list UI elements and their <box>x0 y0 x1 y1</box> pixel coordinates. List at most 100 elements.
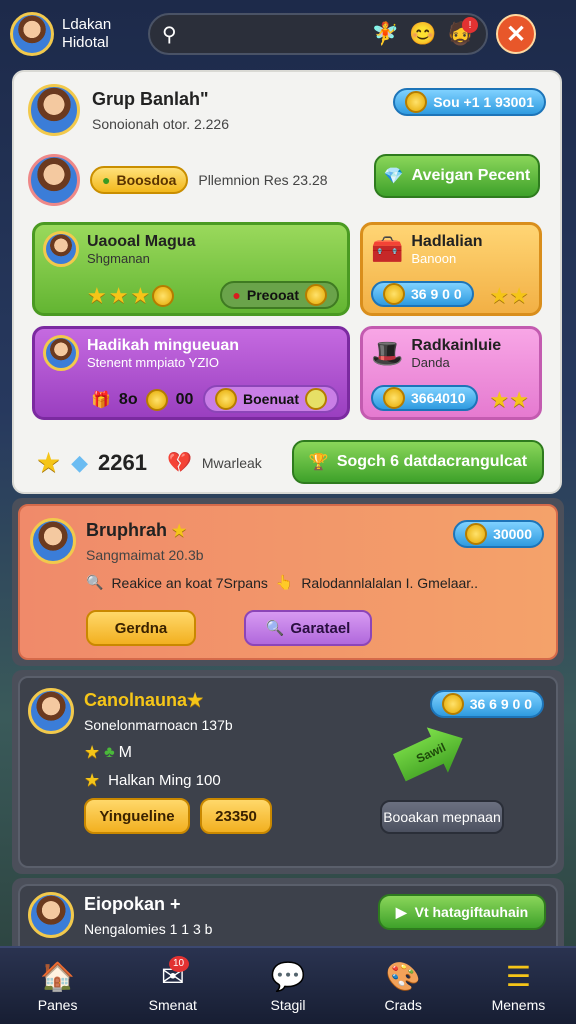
player-sub: Nengalomies 1 1 3 b <box>84 920 213 937</box>
invite-button[interactable]: 💎 Aveigan Pecent <box>374 154 540 198</box>
player-name: Eiopokan + <box>84 893 181 914</box>
nav-cards[interactable]: 🎨 Crads <box>346 948 461 1024</box>
home-icon: 🏠 <box>40 960 76 992</box>
close-button[interactable]: ✕ <box>496 14 536 54</box>
value-pill[interactable]: 3664010 <box>371 385 478 411</box>
player-section-1: Bruphrah ★ Sangmaimat 20.3b 30000 🔍 Reakic… <box>12 498 564 666</box>
group-header: Grup Banlah" Sonoionah otor. 2.226 <box>28 84 229 136</box>
action-label: Vt hatagiftauhain <box>414 904 529 920</box>
badge-text: M <box>118 743 132 761</box>
gift-icon: 🎁 <box>91 392 111 409</box>
player-avatar <box>28 892 74 938</box>
star-icon: ★ <box>489 283 510 308</box>
member-sub: Shgmanan <box>87 250 150 266</box>
score-button[interactable]: 23350 <box>200 798 272 834</box>
star-icon: ★ <box>187 689 204 710</box>
yingueline-button[interactable]: Yingueline <box>84 798 190 834</box>
desc-1: Reakice an koat 7Srpans <box>111 574 268 591</box>
panel-footer: ★ ◆ 2261 💔 Mwarleak <box>36 446 262 479</box>
premium-text: Pllemnion Res 23.28 <box>198 172 328 188</box>
preorder-button[interactable]: ● Preooat <box>220 281 339 309</box>
notification-badge: ! <box>462 17 478 33</box>
search-bar[interactable]: ⚲ 🧚 😊 🧔! <box>148 13 488 55</box>
boost-pill[interactable]: ● Boosdoa <box>90 166 189 194</box>
member-sub: Banoon <box>411 251 457 266</box>
bonus-label: Boenuat <box>243 391 299 407</box>
bonus-button[interactable]: Boenuat <box>203 385 339 413</box>
nav-home[interactable]: 🏠 Panes <box>0 948 115 1024</box>
coin-icon <box>465 523 488 545</box>
menu-icon: ☰ <box>505 960 531 992</box>
garatael-button[interactable]: 🔍 Garatael <box>244 610 372 646</box>
player-desc: 🔍 Reakice an koat 7Srpans 👆 Ralodannlalalan… <box>86 574 478 591</box>
coin-icon <box>145 389 168 411</box>
hat-icon: 🎩 <box>371 338 404 368</box>
stars: ★ ★ <box>490 387 529 413</box>
player-header: Eiopokan + Nengalomies 1 1 3 b <box>28 892 212 938</box>
star-icon: ★ <box>36 447 62 478</box>
stat-1: 8o <box>118 391 138 408</box>
currency-value: Sou +1 1 93001 <box>433 94 534 110</box>
player-name-text: Canolnauna <box>84 689 188 710</box>
player-avatar <box>28 688 74 734</box>
character-icon[interactable]: 🧚 <box>372 21 399 47</box>
member-sub: Stenent mmpiato YZIO <box>87 354 219 370</box>
star-icon: ★ <box>87 283 107 308</box>
group-title: Grup Banlah" <box>92 88 209 109</box>
coin-icon <box>152 285 175 307</box>
star-icon: ★ <box>489 387 510 412</box>
action-button[interactable]: ▶ Vt hatagiftauhain <box>378 894 546 930</box>
member-card-1[interactable]: Uaooal Magua Shgmanan ★ ★ ★ ● Preooat <box>32 222 350 316</box>
card-header: Uaooal Magua Shgmanan <box>43 231 195 267</box>
star-icon: ★ <box>509 283 529 308</box>
member-card-4[interactable]: 🎩 Radkainluie Danda 3664010 ★ ★ <box>360 326 542 420</box>
star-icon: ★ <box>130 283 151 308</box>
score-pill[interactable]: 36 6 9 0 0 <box>429 690 544 718</box>
player-card[interactable]: Eiopokan + Nengalomies 1 1 3 b ▶ Vt hatagi… <box>18 884 558 952</box>
clover-icon: ● <box>102 172 111 188</box>
member-avatar <box>43 231 79 267</box>
star-icon: ★ <box>172 522 187 540</box>
gem-icon: 💎 <box>383 168 404 185</box>
level-text: Halkan Ming 100 <box>108 772 221 789</box>
arrow-icon: Sawil <box>389 716 474 791</box>
garatael-label: Garatael <box>290 619 351 637</box>
nav-label: Panes <box>37 996 78 1013</box>
member-name: Hadikah mingueuan <box>87 336 240 354</box>
nav-label: Smenat <box>148 996 197 1013</box>
player-name-line2: Hidotal <box>62 34 109 51</box>
coin-icon <box>383 283 405 305</box>
chat-icon: 💬 <box>270 960 306 992</box>
group-subtitle: Sonoionah otor. 2.226 <box>92 115 230 132</box>
booakan-button[interactable]: Booakan mepnaan <box>380 800 504 834</box>
invite-label: Aveigan Pecent <box>411 167 531 184</box>
player-card[interactable]: Bruphrah ★ Sangmaimat 20.3b 30000 🔍 Reakic… <box>18 504 558 660</box>
member-card-3[interactable]: Hadikah mingueuan Stenent mmpiato YZIO 🎁 8… <box>32 326 350 420</box>
top-bar: Ldakan Hidotal ⚲ 🧚 😊 🧔! ✕ <box>0 0 576 68</box>
group-avatar[interactable] <box>28 84 80 136</box>
star-icon: ★ <box>108 283 129 308</box>
nav-chat[interactable]: 💬 Stagil <box>230 948 345 1024</box>
value-text: 36 9 0 0 <box>411 286 462 302</box>
score-pill[interactable]: 30000 <box>453 520 544 548</box>
palette-icon: 🎨 <box>385 960 421 992</box>
member-name: Radkainluie <box>411 337 502 354</box>
member-card-2[interactable]: 🧰 Hadlalian Banoon 36 9 0 0 ★ ★ <box>360 222 542 316</box>
search-icon: 🔍 <box>86 574 104 590</box>
star-icon: ★ <box>84 770 101 790</box>
player-avatar[interactable] <box>10 12 54 56</box>
friend-icon[interactable]: 🧔! <box>447 17 478 47</box>
smiley-icon[interactable]: 😊 <box>409 21 436 47</box>
player-header: Bruphrah ★ Sangmaimat 20.3b <box>30 518 204 564</box>
nav-menu[interactable]: ☰ Menems <box>461 948 576 1024</box>
coin-icon <box>441 693 464 715</box>
search-group-button[interactable]: 🏆 Sogch 6 datdacrangulcat <box>292 440 544 484</box>
star-icon: ★ <box>84 742 101 762</box>
currency-pill[interactable]: Sou +1 1 93001 <box>393 88 546 116</box>
player-card[interactable]: Canolnauna★ Sonelonmarnoacn 137b 36 6 9 0… <box>18 676 558 868</box>
member-avatar[interactable] <box>28 154 80 206</box>
gerdna-button[interactable]: Gerdna <box>86 610 196 646</box>
value-pill[interactable]: 36 9 0 0 <box>371 281 474 307</box>
member-name: Hadlalian <box>411 233 483 250</box>
nav-mail[interactable]: ✉ 10 Smenat <box>115 948 230 1024</box>
